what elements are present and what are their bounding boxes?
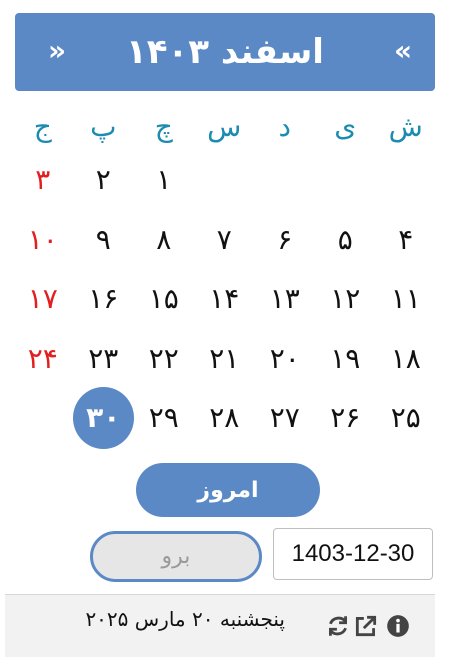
refresh-icon[interactable] bbox=[325, 613, 351, 639]
weekday-header-row: ش ی د س چ پ ج bbox=[12, 102, 436, 152]
calendar-week-row: ۱۸ ۱۹ ۲۰ ۲۱ ۲۲ ۲۳ ۲۴ bbox=[12, 329, 436, 389]
day-cell[interactable]: ۲۵ bbox=[376, 388, 437, 448]
weekday-label: چ bbox=[154, 110, 173, 143]
weekday-label: ش bbox=[388, 110, 423, 143]
external-link-icon[interactable] bbox=[353, 613, 379, 639]
weekday-label: د bbox=[278, 110, 291, 143]
day-number: ۲۲ bbox=[148, 341, 179, 375]
day-cell[interactable]: ۲۶ bbox=[315, 388, 376, 448]
go-button[interactable]: برو bbox=[90, 531, 262, 582]
day-number: ۸ bbox=[156, 222, 172, 256]
day-cell[interactable]: ۷ bbox=[194, 210, 255, 270]
day-number: ۵ bbox=[337, 222, 353, 256]
empty-day-cell bbox=[315, 150, 376, 210]
day-number: ۱ bbox=[156, 163, 172, 197]
day-number: ۱۵ bbox=[148, 282, 179, 316]
day-number: ۱۸ bbox=[390, 341, 421, 375]
day-cell[interactable]: ۵ bbox=[315, 210, 376, 270]
day-cell[interactable]: ۱ bbox=[134, 150, 195, 210]
empty-day-cell bbox=[13, 388, 74, 448]
day-number: ۱۶ bbox=[88, 282, 119, 316]
day-cell[interactable]: ۶ bbox=[255, 210, 316, 270]
day-number: ۲۹ bbox=[148, 401, 179, 435]
footer-bar: پنجشنبه ۲۰ مارس ۲۰۲۵ bbox=[5, 594, 435, 657]
weekday-label: پ bbox=[90, 110, 117, 143]
day-number: ۲۶ bbox=[330, 401, 361, 435]
calendar-week-row: ۲۵ ۲۶ ۲۷ ۲۸ ۲۹ ۳۰ bbox=[12, 386, 437, 449]
day-cell[interactable]: ۱۷ bbox=[13, 269, 74, 329]
day-number: ۱۲ bbox=[330, 282, 361, 316]
calendar-week-row: ۱ ۲ ۳ bbox=[12, 150, 436, 210]
day-cell[interactable]: ۲۸ bbox=[194, 388, 255, 448]
day-cell[interactable]: ۲ bbox=[73, 150, 134, 210]
day-number: ۷ bbox=[216, 222, 232, 256]
day-cell[interactable]: ۱۹ bbox=[315, 329, 376, 389]
empty-day-cell bbox=[255, 150, 316, 210]
date-input[interactable] bbox=[273, 528, 433, 580]
day-cell[interactable]: ۲۲ bbox=[134, 329, 195, 389]
empty-day-cell bbox=[194, 150, 255, 210]
empty-day-cell bbox=[376, 150, 437, 210]
info-icon[interactable] bbox=[385, 613, 411, 639]
month-year-title: اسفند ۱۴۰۳ bbox=[126, 32, 324, 72]
previous-month-button[interactable]: « bbox=[385, 31, 421, 71]
weekday-label: س bbox=[207, 110, 242, 143]
day-cell[interactable]: ۸ bbox=[134, 210, 195, 270]
day-cell[interactable]: ۲۷ bbox=[255, 388, 316, 448]
day-cell[interactable]: ۲۱ bbox=[194, 329, 255, 389]
weekday-label: ج bbox=[33, 110, 52, 143]
day-cell[interactable]: ۱۸ bbox=[376, 329, 437, 389]
day-cell[interactable]: ۳ bbox=[13, 150, 74, 210]
day-number: ۲۱ bbox=[209, 341, 240, 375]
day-cell[interactable]: ۲۹ bbox=[134, 388, 195, 448]
weekday-label: ی bbox=[334, 110, 357, 143]
day-number: ۱۰ bbox=[27, 222, 58, 256]
day-cell[interactable]: ۱۲ bbox=[315, 269, 376, 329]
day-cell[interactable]: ۱۵ bbox=[134, 269, 195, 329]
day-cell[interactable]: ۱۰ bbox=[13, 210, 74, 270]
calendar-week-row: ۴ ۵ ۶ ۷ ۸ ۹ ۱۰ bbox=[12, 210, 436, 270]
day-cell[interactable]: ۱۳ bbox=[255, 269, 316, 329]
day-cell[interactable]: ۱۶ bbox=[73, 269, 134, 329]
day-number: ۲۳ bbox=[88, 341, 119, 375]
gregorian-date-text: پنجشنبه ۲۰ مارس ۲۰۲۵ bbox=[85, 607, 285, 631]
day-number: ۱۱ bbox=[390, 282, 421, 316]
day-number: ۲۵ bbox=[390, 401, 421, 435]
day-number: ۲۸ bbox=[209, 401, 240, 435]
calendar-week-row: ۱۱ ۱۲ ۱۳ ۱۴ ۱۵ ۱۶ ۱۷ bbox=[12, 269, 436, 329]
calendar-grid: ۱ ۲ ۳ ۴ ۵ ۶ ۷ ۸ ۹ ۱۰ ۱۱ ۱۲ ۱۳ ۱۴ ۱۵ ۱۶ ۱۷ ۱۸ ۱۹ ۲۰ ۲۱ ۲۲ ۲۳ ۲۴ ۲… bbox=[12, 150, 437, 449]
day-number: ۱۴ bbox=[209, 282, 240, 316]
day-cell[interactable]: ۳۰ bbox=[73, 386, 134, 449]
calendar-header: » اسفند ۱۴۰۳ « bbox=[15, 13, 435, 91]
day-number: ۲۰ bbox=[269, 341, 300, 375]
day-number: ۱۷ bbox=[27, 282, 58, 316]
day-cell[interactable]: ۲۳ bbox=[73, 329, 134, 389]
day-number: ۲ bbox=[95, 163, 111, 197]
day-cell[interactable]: ۱۴ bbox=[194, 269, 255, 329]
day-cell[interactable]: ۹ bbox=[73, 210, 134, 270]
day-number: ۲۴ bbox=[27, 341, 58, 375]
day-number: ۳۰ bbox=[73, 386, 134, 449]
day-cell[interactable]: ۲۰ bbox=[255, 329, 316, 389]
day-number: ۴ bbox=[398, 222, 414, 256]
day-cell[interactable]: ۱۱ bbox=[376, 269, 437, 329]
day-cell[interactable]: ۲۴ bbox=[13, 329, 74, 389]
day-number: ۱۹ bbox=[330, 341, 361, 375]
day-number: ۶ bbox=[277, 222, 293, 256]
next-month-button[interactable]: » bbox=[39, 31, 75, 71]
day-number: ۲۷ bbox=[269, 401, 300, 435]
day-number: ۹ bbox=[95, 222, 111, 256]
today-button[interactable]: امروز bbox=[136, 463, 320, 517]
day-number: ۳ bbox=[35, 163, 51, 197]
day-number: ۱۳ bbox=[269, 282, 300, 316]
day-cell[interactable]: ۴ bbox=[376, 210, 437, 270]
